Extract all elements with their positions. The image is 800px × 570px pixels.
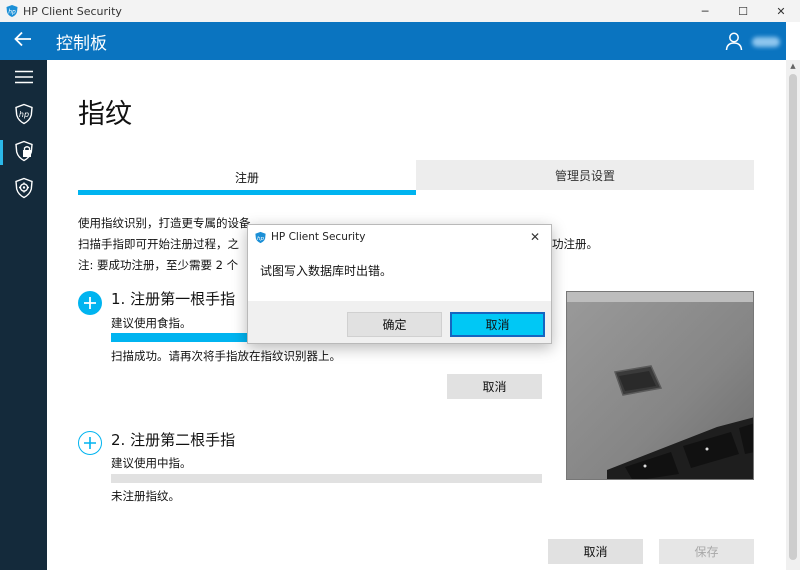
finger-1-cancel-button[interactable]: 取消: [447, 374, 542, 399]
shield-gear-icon: [13, 177, 35, 203]
sidebar-item-hp-security[interactable]: hp: [0, 97, 47, 134]
finger-2-title: 2. 注册第二根手指: [111, 431, 236, 449]
hp-shield-icon: hp: [254, 231, 267, 244]
intro-line-2-end: 功注册。: [552, 237, 598, 251]
svg-text:hp: hp: [18, 110, 28, 119]
dialog-title: HP Client Security: [271, 231, 366, 243]
close-window-button[interactable]: ✕: [762, 0, 800, 22]
svg-text:hp: hp: [257, 235, 265, 241]
intro-line-2: 扫描手指即可开始注册过程，之: [78, 237, 239, 251]
finger-2-status: 未注册指纹。: [111, 489, 180, 503]
sidebar-item-menu[interactable]: [0, 60, 47, 97]
add-finger-1-button[interactable]: [78, 291, 102, 315]
app-header-title: 控制板: [56, 33, 107, 54]
add-finger-2-button[interactable]: [78, 431, 102, 455]
sidebar-item-identity[interactable]: [0, 134, 47, 171]
finger-1-title: 1. 注册第一根手指: [111, 290, 236, 308]
tab-selected-indicator: [78, 190, 416, 195]
dialog-cancel-button[interactable]: 取消: [450, 312, 545, 337]
tab-admin-settings[interactable]: 管理员设置: [416, 160, 754, 190]
scroll-thumb[interactable]: [789, 74, 797, 560]
error-dialog: hp HP Client Security ✕ 试图写入数据库时出错。 确定 取…: [247, 224, 552, 344]
sidebar-item-settings[interactable]: [0, 171, 47, 208]
hp-shield-icon: hp: [13, 103, 35, 129]
tab-register[interactable]: 注册: [78, 160, 416, 195]
username-redacted: [752, 37, 780, 47]
dialog-ok-button[interactable]: 确定: [347, 312, 442, 337]
vertical-scrollbar[interactable]: ▲: [786, 60, 800, 570]
fingerprint-reader-photo: [566, 291, 754, 480]
save-button[interactable]: 保存: [659, 539, 754, 564]
shield-lock-icon: [13, 140, 35, 166]
person-icon[interactable]: [724, 31, 744, 51]
finger-1-hint: 建议使用食指。: [111, 316, 192, 330]
plus-icon: [84, 297, 96, 309]
window-title-bar: hp HP Client Security ─ ☐ ✕: [0, 0, 800, 22]
dialog-title-bar: hp HP Client Security: [248, 225, 551, 249]
tab-admin-settings-label: 管理员设置: [554, 168, 615, 183]
intro-line-1: 使用指纹识别，打造更专属的设备: [78, 216, 251, 230]
scroll-up-icon[interactable]: ▲: [786, 60, 800, 72]
minimize-button[interactable]: ─: [686, 0, 724, 22]
finger-1-status: 扫描成功。请再次将手指放在指纹识别器上。: [111, 349, 341, 363]
svg-text:hp: hp: [8, 9, 16, 16]
hp-shield-icon: hp: [5, 4, 19, 18]
finger-2-progress: [111, 474, 542, 483]
dialog-close-button[interactable]: ✕: [527, 229, 543, 245]
arrow-left-icon: [14, 31, 32, 51]
tab-register-label: 注册: [234, 171, 259, 185]
window-controls: ─ ☐ ✕: [686, 0, 800, 22]
app-header: 控制板: [0, 22, 786, 60]
intro-note: 注: 要成功注册，至少需要 2 个: [78, 258, 239, 272]
plus-icon: [84, 437, 96, 449]
back-button[interactable]: [0, 22, 46, 60]
finger-2-hint: 建议使用中指。: [111, 456, 192, 470]
sidebar: hp: [0, 60, 47, 570]
window-title: HP Client Security: [23, 4, 122, 18]
cancel-button[interactable]: 取消: [548, 539, 643, 564]
dialog-message: 试图写入数据库时出错。: [248, 249, 551, 301]
page-title: 指纹: [78, 99, 132, 130]
dialog-footer: 确定 取消: [248, 301, 551, 343]
hamburger-menu-icon: [14, 69, 33, 88]
maximize-button[interactable]: ☐: [724, 0, 762, 22]
